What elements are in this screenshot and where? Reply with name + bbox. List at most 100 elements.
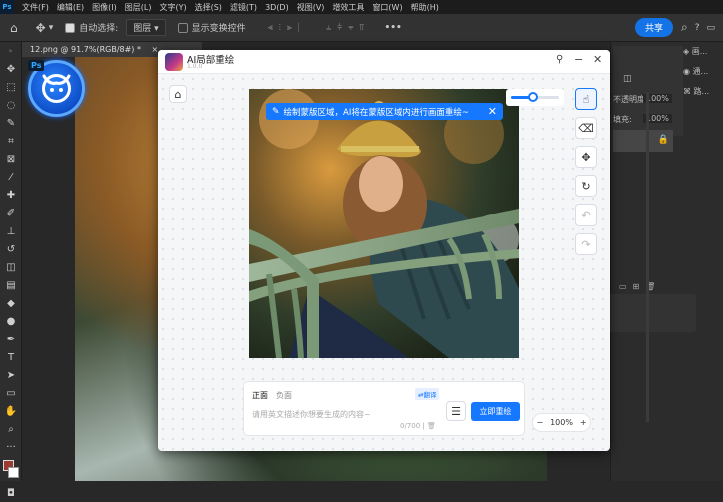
hand-tool-icon[interactable]: ✋ — [0, 402, 22, 420]
chevron-down-icon[interactable]: ▾ — [49, 23, 54, 33]
collapse-icon[interactable]: ◫ — [623, 74, 632, 84]
align-icons[interactable]: ⫷⫶⫸⎸ — [268, 23, 312, 33]
redo-button[interactable]: ↷ — [575, 233, 597, 255]
prompt-panel: 正面 负面 ⇄翻译 请用英文描述你想要生成的内容~ 0/700 | 🗑 ☰ 立即… — [243, 381, 525, 436]
menu-file[interactable]: 文件(F) — [22, 2, 49, 13]
minimize-icon[interactable]: − — [574, 53, 583, 66]
menu-layer[interactable]: 图层(L) — [125, 2, 152, 13]
home-button[interactable]: ⌂ — [169, 85, 187, 103]
layer-select-dropdown[interactable]: 图层 ▾ — [126, 19, 166, 36]
layer-actions[interactable]: ▭⊞🗑 — [619, 282, 661, 291]
help-icon[interactable]: ? — [695, 23, 700, 33]
lasso-tool-icon[interactable]: ◌ — [0, 96, 22, 114]
move-tool-icon[interactable]: ✥ — [36, 21, 46, 35]
show-transform-checkbox[interactable] — [177, 22, 188, 33]
panel-tab-b[interactable]: ◉ 通... — [683, 66, 723, 86]
search-icon[interactable]: ⌕ — [681, 20, 688, 35]
distribute-icons[interactable]: ⫨⫩⫧⫪ — [326, 23, 370, 33]
move-tool-icon[interactable]: ✥ — [0, 60, 22, 78]
panel-tab-a[interactable]: ◈ 画... — [683, 46, 723, 66]
tab-negative[interactable]: 负面 — [276, 390, 292, 401]
quick-mask-icon[interactable]: ◘ — [0, 484, 22, 502]
plugin-launcher-logo[interactable]: Ps — [28, 60, 85, 117]
ai-inpaint-dialog: AI局部重绘 1.0.0 ⚲ − ✕ ⌂ ✎ 绘制蒙版区域，AI将在蒙版区域内进… — [158, 50, 610, 451]
pin-icon[interactable]: ⚲ — [556, 54, 563, 65]
brush-button[interactable]: ☝ — [575, 88, 597, 110]
menu-3d[interactable]: 3D(D) — [265, 3, 289, 12]
dialog-titlebar[interactable]: AI局部重绘 1.0.0 ⚲ − ✕ — [158, 50, 610, 74]
blur-tool-icon[interactable]: ◆ — [0, 294, 22, 312]
hand-pointer-icon: ☝ — [582, 92, 590, 106]
tab-positive[interactable]: 正面 — [252, 390, 268, 401]
scrollbar[interactable] — [646, 92, 649, 422]
tools-panel: » ✥ ⬚ ◌ ✎ ⌗ ⊠ ⁄ ✚ ✐ ⊥ ↺ ◫ ▤ ◆ ● ✒ T ➤ ▭ … — [0, 42, 22, 499]
zoom-tool-icon[interactable]: ⌕ — [0, 420, 22, 438]
color-swatches[interactable] — [0, 456, 21, 484]
settings-button[interactable]: ☰ — [446, 401, 466, 421]
share-button[interactable]: 共享 — [634, 18, 673, 37]
source-image[interactable] — [249, 89, 519, 358]
crop-tool-icon[interactable]: ⌗ — [0, 132, 22, 150]
prompt-input[interactable]: 请用英文描述你想要生成的内容~ — [252, 409, 371, 420]
generate-button[interactable]: 立即重绘 — [471, 402, 520, 421]
layer-row[interactable]: 🔒 — [613, 130, 673, 152]
menu-help[interactable]: 帮助(H) — [411, 2, 439, 13]
brush-size-slider[interactable] — [506, 89, 564, 106]
home-icon: ⌂ — [174, 87, 182, 101]
menu-view[interactable]: 视图(V) — [297, 2, 325, 13]
zoom-in-button[interactable]: + — [580, 418, 587, 427]
menu-window[interactable]: 窗口(W) — [372, 2, 402, 13]
eraser-button[interactable]: ⌫ — [575, 117, 597, 139]
zoom-value[interactable]: 100% — [550, 418, 573, 427]
move-button[interactable]: ✥ — [575, 146, 597, 168]
eraser-tool-icon[interactable]: ◫ — [0, 258, 22, 276]
brush-icon: ✎ — [272, 106, 280, 117]
translate-badge[interactable]: ⇄翻译 — [415, 388, 440, 400]
marquee-tool-icon[interactable]: ⬚ — [0, 78, 22, 96]
eyedropper-tool-icon[interactable]: ⁄ — [0, 168, 22, 186]
shape-tool-icon[interactable]: ▭ — [0, 384, 22, 402]
dodge-tool-icon[interactable]: ● — [0, 312, 22, 330]
tip-text: 绘制蒙版区域，AI将在蒙版区域内进行画面重绘~ — [283, 107, 469, 118]
eraser-icon: ⌫ — [578, 121, 594, 135]
quick-select-tool-icon[interactable]: ✎ — [0, 114, 22, 132]
slider-handle[interactable] — [527, 92, 538, 102]
menu-image[interactable]: 图像(I) — [92, 2, 117, 13]
close-icon[interactable]: ✕ — [593, 53, 602, 66]
undo-button[interactable]: ↶ — [575, 204, 597, 226]
gradient-tool-icon[interactable]: ▤ — [0, 276, 22, 294]
auto-select-checkbox[interactable] — [65, 22, 76, 33]
more-options-button[interactable]: ••• — [385, 23, 402, 33]
home-icon[interactable]: ⌂ — [10, 21, 18, 35]
menu-edit[interactable]: 编辑(E) — [57, 2, 84, 13]
type-tool-icon[interactable]: T — [0, 348, 22, 366]
history-brush-icon[interactable]: ↺ — [0, 240, 22, 258]
tip-banner: ✎ 绘制蒙版区域，AI将在蒙版区域内进行画面重绘~ ✕ — [266, 103, 503, 120]
close-tip-icon[interactable]: ✕ — [488, 105, 497, 118]
right-panels: ◫ 不透明度: 100% 填充: 100% 🔒 ▭⊞🗑 ◈ 画... ◉ 通..… — [561, 42, 723, 481]
brush-tool-icon[interactable]: ✐ — [0, 204, 22, 222]
ps-app-icon[interactable]: Ps — [0, 0, 14, 14]
workspace-icon[interactable]: ▭ — [706, 23, 715, 33]
panel-dock: ◈ 画... ◉ 通... ⌘ 路... — [683, 46, 723, 106]
trash-icon[interactable]: 🗑 — [427, 422, 436, 430]
path-select-tool-icon[interactable]: ➤ — [0, 366, 22, 384]
reset-button[interactable]: ↻ — [575, 175, 597, 197]
healing-tool-icon[interactable]: ✚ — [0, 186, 22, 204]
auto-select-label: 自动选择: — [79, 24, 119, 34]
panel-tab-c[interactable]: ⌘ 路... — [683, 86, 723, 106]
lock-icon: 🔒 — [657, 135, 669, 145]
pen-tool-icon[interactable]: ✒ — [0, 330, 22, 348]
menu-plugins[interactable]: 增效工具 — [332, 2, 364, 13]
menu-select[interactable]: 选择(S) — [195, 2, 222, 13]
more-tools-icon[interactable]: ··· — [0, 438, 22, 456]
menu-filter[interactable]: 滤镜(T) — [230, 2, 257, 13]
menu-type[interactable]: 文字(Y) — [159, 2, 186, 13]
background-color[interactable] — [8, 467, 19, 478]
frame-tool-icon[interactable]: ⊠ — [0, 150, 22, 168]
zoom-out-button[interactable]: − — [536, 418, 543, 427]
layer-select-value: 图层 — [133, 24, 152, 34]
char-counter: 0/700 | 🗑 — [400, 422, 436, 430]
stamp-tool-icon[interactable]: ⊥ — [0, 222, 22, 240]
zoom-control: − 100% + — [532, 413, 591, 432]
